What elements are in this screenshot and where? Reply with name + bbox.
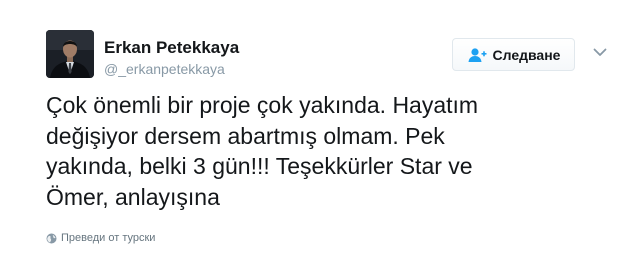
add-user-icon [467,47,487,63]
translate-link[interactable]: Преведи от турски [46,232,155,244]
display-name[interactable]: Erkan Petekkaya [104,38,239,58]
translate-label: Преведи от турски [61,232,156,244]
follow-label: Следване [492,46,561,63]
tweet-text: Çok önemli bir proje çok yakında. Hayatı… [46,92,479,210]
more-menu-button[interactable] [590,44,610,62]
person-in-suit-avatar-icon [46,30,94,78]
tweet-card: Erkan Petekkaya @_erkanpetekkaya Следван… [0,0,644,259]
chevron-down-icon [593,44,607,62]
avatar[interactable] [46,30,94,78]
screen-name[interactable]: @_erkanpetekkaya [104,61,225,77]
follow-button[interactable]: Следване [452,38,575,71]
globe-icon [46,233,57,244]
